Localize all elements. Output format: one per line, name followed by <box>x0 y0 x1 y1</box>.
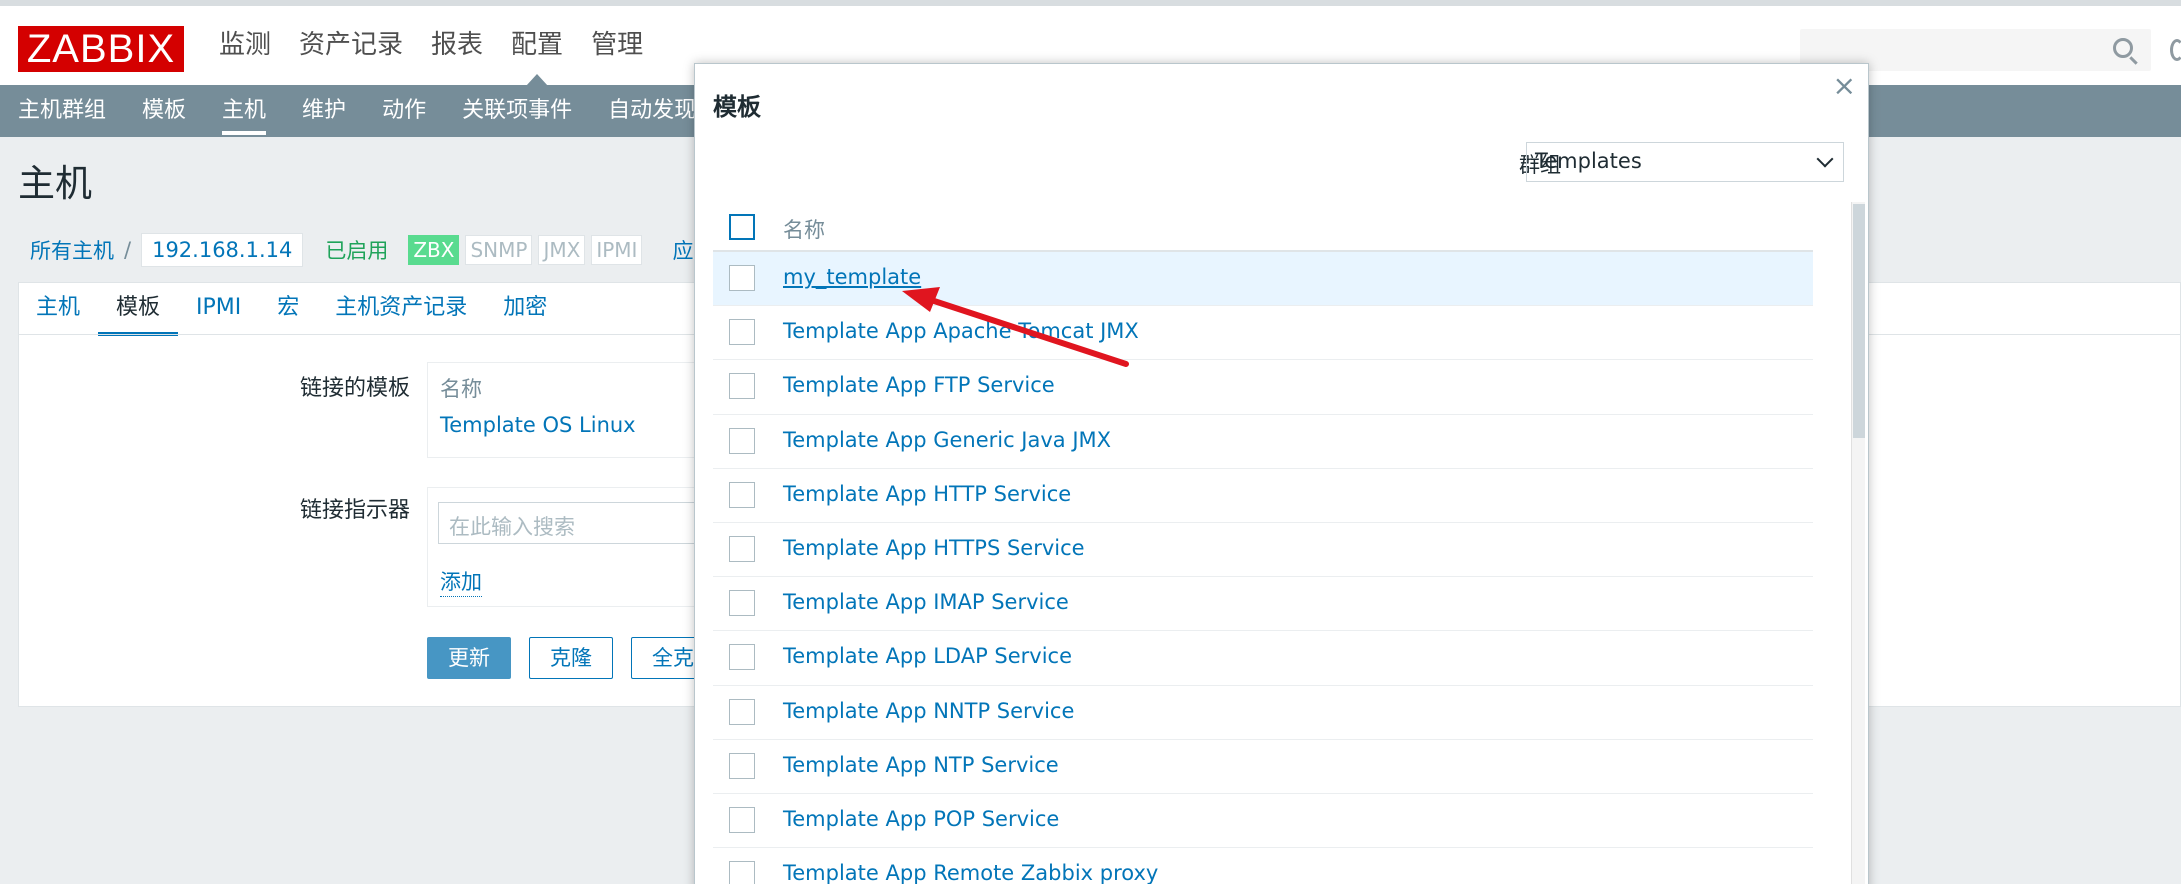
host-tabs: 主机 模板 IPMI 宏 主机资产记录 加密 <box>18 282 565 336</box>
template-row-checkbox[interactable] <box>729 427 755 454</box>
template-row-checkbox[interactable] <box>729 481 755 508</box>
template-row-checkbox[interactable] <box>729 373 755 400</box>
link-indicator-label: 链接指示器 <box>299 498 410 523</box>
tab-encryption[interactable]: 加密 <box>485 282 565 334</box>
template-row-name-link[interactable]: Template App LDAP Service <box>783 644 1072 668</box>
linked-template-item[interactable]: Template OS Linux <box>440 413 636 437</box>
tab-templates[interactable]: 模板 <box>98 282 179 336</box>
badge-jmx: JMX <box>538 235 586 265</box>
tab-host[interactable]: 主机 <box>18 282 98 334</box>
template-row-checkbox[interactable] <box>729 698 755 725</box>
modal-title: 模板 <box>713 93 761 121</box>
tab-macros[interactable]: 宏 <box>259 282 317 334</box>
template-row[interactable]: Template App IMAP Service <box>713 577 1813 632</box>
template-row-checkbox[interactable] <box>729 319 755 346</box>
search-icon[interactable] <box>2113 38 2133 58</box>
template-row[interactable]: Template App POP Service <box>713 794 1813 849</box>
link-new-templates-box: 在此输入搜索 添加 <box>427 487 728 607</box>
templates-list-header: 名称 <box>713 202 1813 252</box>
template-row[interactable]: Template App NTP Service <box>713 740 1813 794</box>
template-row[interactable]: Template App Generic Java JMX <box>713 415 1813 469</box>
main-menu-configuration[interactable]: 配置 <box>497 6 577 86</box>
badge-zbx: ZBX <box>408 235 460 265</box>
group-select-value: Templates <box>1535 149 1642 173</box>
templates-list: 名称 my_template Template App Apache Tomcat… <box>713 202 1813 884</box>
template-row-checkbox[interactable] <box>729 752 755 779</box>
close-icon[interactable]: × <box>1833 72 1856 100</box>
template-row-name-link[interactable]: Template App POP Service <box>783 807 1059 831</box>
linked-templates-label: 链接的模板 <box>299 376 410 401</box>
host-status[interactable]: 已启用 <box>325 235 388 265</box>
select-all-checkbox[interactable] <box>729 214 755 240</box>
help-icon[interactable] <box>2170 39 2181 61</box>
template-row[interactable]: Template App LDAP Service <box>713 631 1813 686</box>
badge-ipmi: IPMI <box>591 235 643 265</box>
template-row-checkbox[interactable] <box>729 806 755 833</box>
sub-menu-templates[interactable]: 模板 <box>124 85 204 137</box>
template-row-checkbox[interactable] <box>729 644 755 671</box>
main-menu-inventory[interactable]: 资产记录 <box>285 6 417 85</box>
template-row-name-link[interactable]: Template App HTTP Service <box>783 482 1071 506</box>
template-row[interactable]: Template App Remote Zabbix proxy <box>713 848 1813 884</box>
column-header-name: 名称 <box>783 218 825 242</box>
update-button[interactable]: 更新 <box>427 637 511 679</box>
template-row-name-link[interactable]: my_template <box>783 265 921 289</box>
sub-menu-event-correlation[interactable]: 关联项事件 <box>444 85 590 137</box>
template-row[interactable]: Template App HTTPS Service <box>713 523 1813 578</box>
template-row-name-link[interactable]: Template App Apache Tomcat JMX <box>783 319 1139 343</box>
zabbix-logo[interactable]: ZABBIX <box>18 26 184 72</box>
template-row-checkbox[interactable] <box>729 265 755 291</box>
modal-scrollbar[interactable] <box>1851 202 1865 884</box>
breadcrumb-separator: / <box>124 238 132 262</box>
main-menu-reports[interactable]: 报表 <box>417 6 497 85</box>
linked-templates-name-header: 名称 <box>440 377 482 401</box>
sub-menu-actions[interactable]: 动作 <box>364 85 444 137</box>
main-menu: 监测 资产记录 报表 配置 管理 <box>205 6 657 86</box>
sub-menu-host-groups[interactable]: 主机群组 <box>0 85 124 137</box>
template-row-name-link[interactable]: Template App IMAP Service <box>783 590 1069 614</box>
template-row-name-link[interactable]: Template App NTP Service <box>783 753 1059 777</box>
template-row[interactable]: Template App HTTP Service <box>713 469 1813 523</box>
breadcrumb: 所有主机 / 192.168.1.14 已启用 ZBX SNMP JMX IPM… <box>30 230 714 270</box>
main-menu-administration[interactable]: 管理 <box>577 6 657 85</box>
template-row[interactable]: Template App NNTP Service <box>713 686 1813 740</box>
template-row-name-link[interactable]: Template App NNTP Service <box>783 699 1074 723</box>
template-row[interactable]: Template App FTP Service <box>713 360 1813 415</box>
group-select[interactable]: Templates <box>1526 142 1844 182</box>
linked-templates-box: 名称 Template OS Linux <box>427 362 727 458</box>
page-title: 主机 <box>18 162 92 205</box>
template-row-name-link[interactable]: Template App HTTPS Service <box>783 536 1085 560</box>
template-row-name-link[interactable]: Template App FTP Service <box>783 373 1055 397</box>
badge-snmp: SNMP <box>465 235 533 265</box>
main-menu-monitoring[interactable]: 监测 <box>205 6 285 85</box>
breadcrumb-host[interactable]: 192.168.1.14 <box>141 233 304 267</box>
template-row-name-link[interactable]: Template App Generic Java JMX <box>783 428 1111 452</box>
template-row[interactable]: Template App Apache Tomcat JMX <box>713 306 1813 361</box>
template-row-checkbox[interactable] <box>729 535 755 562</box>
template-row-name-link[interactable]: Template App Remote Zabbix proxy <box>783 861 1158 884</box>
modal-scrollbar-thumb[interactable] <box>1853 204 1865 438</box>
add-template-link[interactable]: 添加 <box>440 566 482 597</box>
sub-menu-maintenance[interactable]: 维护 <box>284 85 364 137</box>
templates-modal: 模板 × 群组 Templates 名称 my_template Template… <box>694 63 1869 884</box>
breadcrumb-all-hosts[interactable]: 所有主机 <box>30 235 114 265</box>
template-search-input[interactable]: 在此输入搜索 <box>438 502 728 544</box>
sub-menu-hosts[interactable]: 主机 <box>204 85 284 137</box>
chevron-down-icon <box>1816 150 1834 168</box>
tab-ipmi[interactable]: IPMI <box>178 282 259 334</box>
template-row-checkbox[interactable] <box>729 861 755 884</box>
tab-inventory[interactable]: 主机资产记录 <box>317 282 485 334</box>
clone-button[interactable]: 克隆 <box>529 637 613 679</box>
template-row[interactable]: my_template <box>713 252 1813 307</box>
template-row-checkbox[interactable] <box>729 590 755 617</box>
